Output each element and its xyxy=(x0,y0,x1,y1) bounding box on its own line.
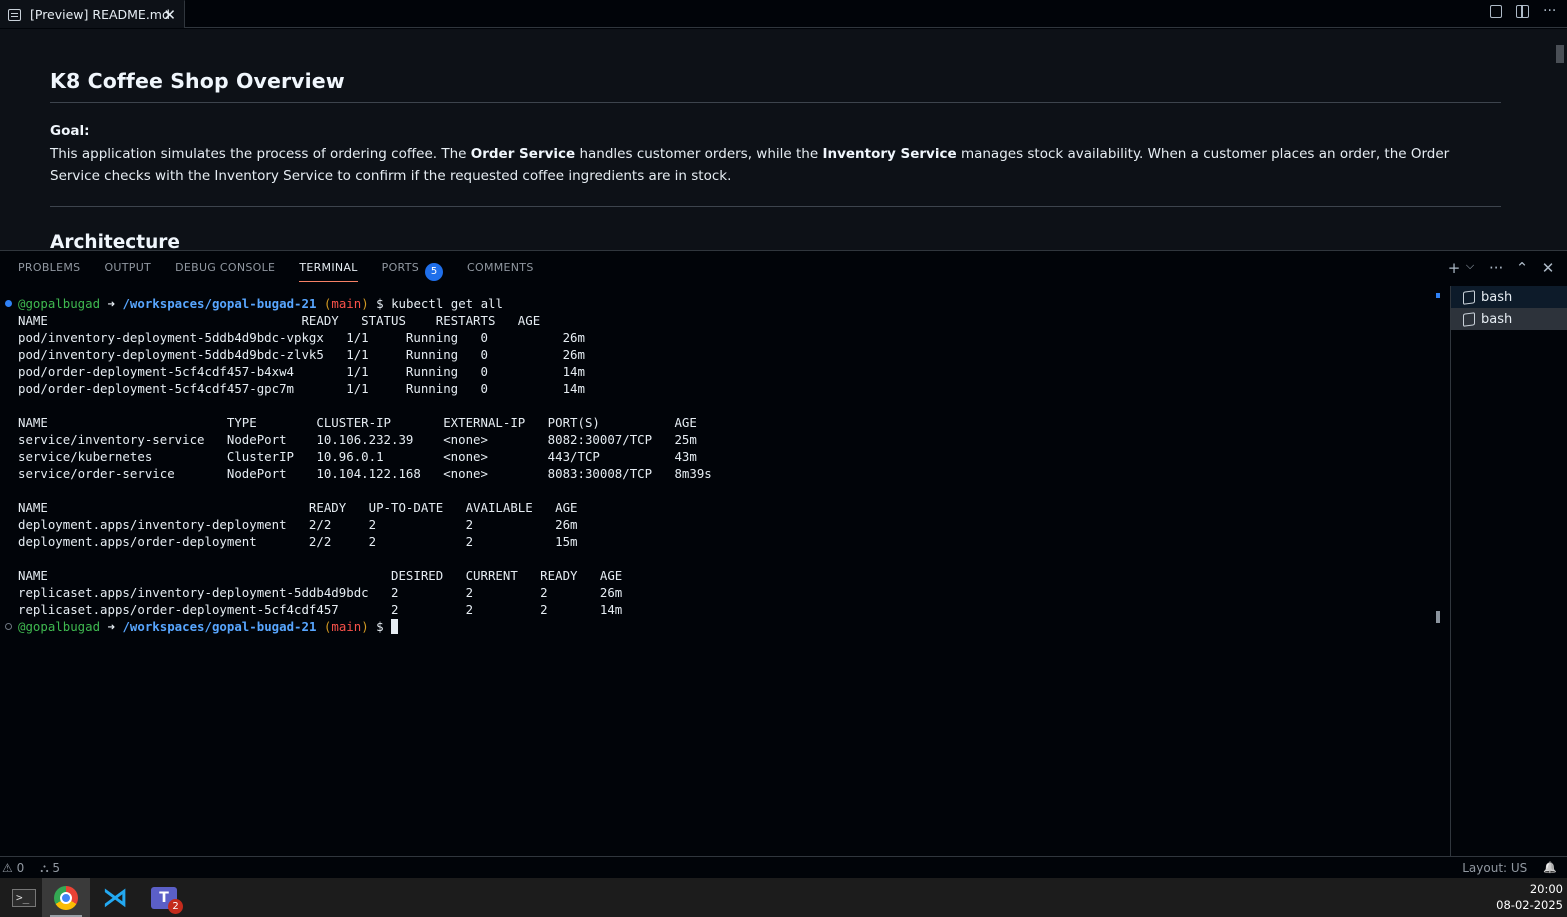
command-pending-icon[interactable] xyxy=(5,623,12,630)
more-actions-icon[interactable]: ··· xyxy=(1543,4,1556,18)
terminal-cube-icon xyxy=(1463,311,1475,327)
panel-tabs: PROBLEMS OUTPUT DEBUG CONSOLE TERMINAL P… xyxy=(18,261,558,282)
editor-actions: ··· xyxy=(1490,4,1556,18)
terminal-output-line: NAME READY UP-TO-DATE AVAILABLE AGE xyxy=(18,500,578,515)
terminal-list: bash bash xyxy=(1450,286,1567,856)
para-text-1: This application simulates the process o… xyxy=(50,146,471,162)
terminal-output-line: pod/inventory-deployment-5ddb4d9bdc-zlvk… xyxy=(18,347,585,362)
terminal-output-line: NAME READY STATUS RESTARTS AGE xyxy=(18,313,541,328)
para-bold-order: Order Service xyxy=(470,146,576,162)
command-success-icon[interactable] xyxy=(5,300,12,307)
chrome-icon xyxy=(54,885,78,910)
prompt-user: @gopalbugad xyxy=(18,619,101,634)
new-terminal-icon[interactable]: + xyxy=(1447,259,1461,277)
terminal[interactable]: @gopalbugad ➜ /workspaces/gopal-bugad-21… xyxy=(0,293,1448,855)
taskbar-terminal[interactable]: >_ xyxy=(0,878,48,917)
taskbar: >_ ⋊ T2 20:00 08-02-2025 xyxy=(0,878,1567,917)
architecture-heading: Architecture xyxy=(50,232,180,250)
panel-actions: + ⌵ ··· ⌃ ✕ xyxy=(1447,259,1555,277)
taskbar-chrome[interactable] xyxy=(42,878,90,917)
ports-status[interactable]: ⛬ 5 xyxy=(40,861,60,876)
clock-time: 20:00 xyxy=(1529,882,1563,896)
terminal-output-line: pod/inventory-deployment-5ddb4d9bdc-vpkg… xyxy=(18,330,585,345)
goal-label: Goal: xyxy=(50,123,90,139)
tab-output[interactable]: OUTPUT xyxy=(104,261,151,282)
terminal-output-line: pod/order-deployment-5cf4cdf457-gpc7m 1/… xyxy=(18,381,585,396)
close-icon[interactable]: ✕ xyxy=(163,6,176,24)
terminal-output-line: service/kubernetes ClusterIP 10.96.0.1 <… xyxy=(18,449,697,464)
tab-title: [Preview] README.md xyxy=(30,7,170,22)
tab-ports[interactable]: PORTS 5 xyxy=(382,261,443,282)
terminal-output-line: replicaset.apps/order-deployment-5cf4cdf… xyxy=(18,602,623,617)
prompt-dollar: $ xyxy=(368,619,392,634)
teams-icon: T2 xyxy=(151,886,183,914)
prompt-dollar: $ xyxy=(368,296,392,311)
split-editor-icon[interactable] xyxy=(1516,5,1529,18)
close-panel-icon[interactable]: ✕ xyxy=(1541,259,1555,277)
para-bold-inventory: Inventory Service xyxy=(822,146,957,162)
more-icon[interactable]: ··· xyxy=(1489,259,1503,277)
prompt-user: @gopalbugad xyxy=(18,296,101,311)
page-title: K8 Coffee Shop Overview xyxy=(50,69,1501,103)
clock-date: 08-02-2025 xyxy=(1496,898,1563,912)
goal-paragraph: This application simulates the process o… xyxy=(50,143,1501,207)
terminal-output-line: service/order-service NodePort 10.104.12… xyxy=(18,466,712,481)
tab-comments[interactable]: COMMENTS xyxy=(467,261,534,282)
prompt-path: /workspaces/gopal-bugad-21 xyxy=(122,619,317,634)
terminal-output-line: deployment.apps/inventory-deployment 2/2… xyxy=(18,517,578,532)
prompt-branch: main xyxy=(331,296,362,311)
terminal-session-1[interactable]: bash xyxy=(1451,286,1567,308)
prompt-path: /workspaces/gopal-bugad-21 xyxy=(122,296,317,311)
terminal-session-label: bash xyxy=(1481,311,1513,327)
preview-scrollbar[interactable] xyxy=(1556,45,1564,63)
tab-ports-label: PORTS xyxy=(381,261,419,274)
terminal-output-line: deployment.apps/order-deployment 2/2 2 2… xyxy=(18,534,578,549)
tab-readme-preview[interactable]: [Preview] README.md ✕ xyxy=(0,0,185,28)
teams-badge: 2 xyxy=(168,898,183,914)
preview-icon xyxy=(8,8,21,21)
editor-tab-bar: [Preview] README.md ✕ ··· xyxy=(0,0,1567,28)
taskbar-teams[interactable]: T2 xyxy=(140,878,188,917)
prompt-arrow: ➜ xyxy=(100,619,115,634)
bell-icon[interactable]: 🔔 xyxy=(1543,861,1557,875)
vscode-icon: ⋊ xyxy=(102,882,128,913)
tab-terminal[interactable]: TERMINAL xyxy=(299,261,359,282)
current-prompt-line: @gopalbugad ➜ /workspaces/gopal-bugad-21… xyxy=(18,618,399,635)
chevron-down-icon[interactable]: ⌵ xyxy=(1463,259,1477,277)
system-clock[interactable]: 20:00 08-02-2025 xyxy=(1496,881,1563,913)
prompt-line: @gopalbugad ➜ /workspaces/gopal-bugad-21… xyxy=(18,296,503,311)
prompt-arrow: ➜ xyxy=(100,296,115,311)
status-bar: ⚠ 0 ⛬ 5 Layout: US 🔔 xyxy=(0,856,1567,878)
para-text-2: handles customer orders, while the xyxy=(575,146,823,162)
terminal-output-line: replicaset.apps/inventory-deployment-5dd… xyxy=(18,585,623,600)
terminal-output-line: service/inventory-service NodePort 10.10… xyxy=(18,432,697,447)
command-text: kubectl get all xyxy=(391,296,503,311)
taskbar-vscode[interactable]: ⋊ xyxy=(91,878,139,917)
open-source-icon[interactable] xyxy=(1490,5,1502,18)
bottom-panel: PROBLEMS OUTPUT DEBUG CONSOLE TERMINAL P… xyxy=(0,250,1567,856)
tab-problems[interactable]: PROBLEMS xyxy=(18,261,80,282)
terminal-scrollbar[interactable] xyxy=(1436,611,1440,623)
problems-status[interactable]: ⚠ 0 xyxy=(2,861,24,876)
tab-debug-console[interactable]: DEBUG CONSOLE xyxy=(175,261,275,282)
terminal-session-2[interactable]: bash xyxy=(1451,308,1567,330)
terminal-app-icon: >_ xyxy=(12,888,36,907)
terminal-output-line: NAME DESIRED CURRENT READY AGE xyxy=(18,568,623,583)
scroll-decoration xyxy=(1436,293,1440,298)
terminal-output-line: pod/order-deployment-5cf4cdf457-b4xw4 1/… xyxy=(18,364,585,379)
prompt-branch: main xyxy=(331,619,362,634)
keyboard-layout[interactable]: Layout: US xyxy=(1462,861,1527,875)
terminal-cube-icon xyxy=(1463,289,1475,305)
maximize-panel-icon[interactable]: ⌃ xyxy=(1515,259,1529,277)
ports-badge: 5 xyxy=(425,263,443,281)
terminal-output-line: NAME TYPE CLUSTER-IP EXTERNAL-IP PORT(S)… xyxy=(18,415,697,430)
terminal-session-label: bash xyxy=(1481,289,1513,305)
markdown-preview: K8 Coffee Shop Overview Goal: This appli… xyxy=(0,29,1567,250)
terminal-cursor xyxy=(391,619,399,634)
